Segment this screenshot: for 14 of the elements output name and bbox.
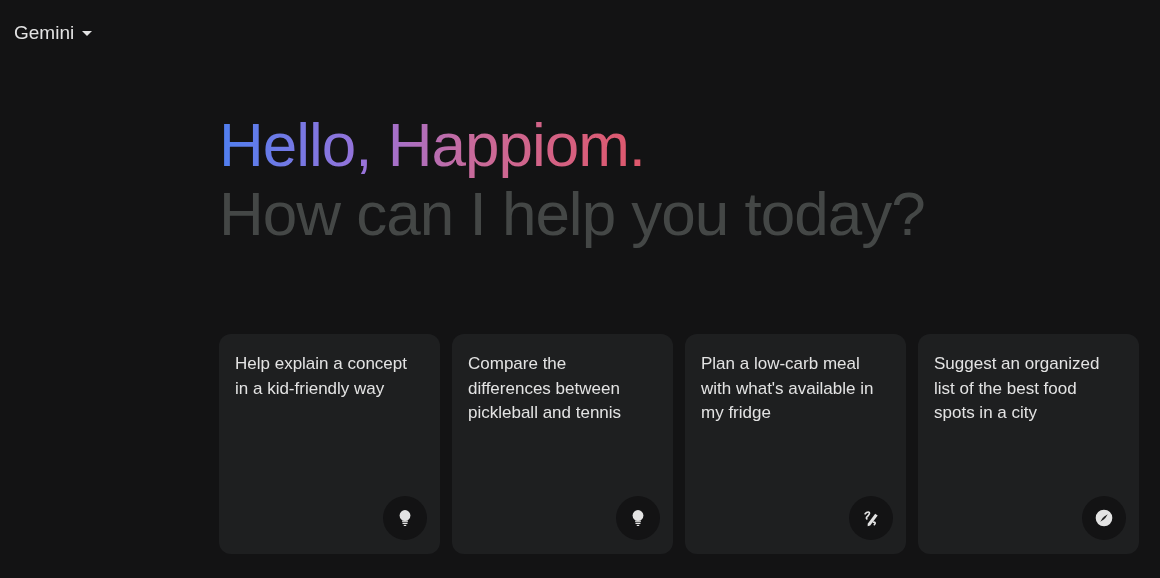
suggestion-card[interactable]: Plan a low-carb meal with what's available in my fridge	[685, 334, 906, 554]
suggestion-card[interactable]: Help explain a concept in a kid-friendly way	[219, 334, 440, 554]
suggestion-card[interactable]: Suggest an organized list of the best food spots in a city	[918, 334, 1139, 554]
lightbulb-icon	[616, 496, 660, 540]
suggestion-text: Compare the differences between pickleball and tennis	[468, 353, 623, 424]
suggestion-card[interactable]: Compare the differences between pickleball and tennis	[452, 334, 673, 554]
suggestion-text: Help explain a concept in a kid-friendly way	[235, 353, 408, 400]
compass-icon	[1082, 496, 1126, 540]
lightbulb-icon	[383, 496, 427, 540]
suggestion-text: Suggest an organized list of the best food spots in a city	[934, 353, 1101, 424]
caret-icon	[82, 30, 93, 36]
model-selector[interactable]: Gemini	[8, 20, 99, 46]
suggestion-text: Plan a low-carb meal with what's available in my fridge	[701, 353, 875, 424]
pen-icon	[849, 496, 893, 540]
